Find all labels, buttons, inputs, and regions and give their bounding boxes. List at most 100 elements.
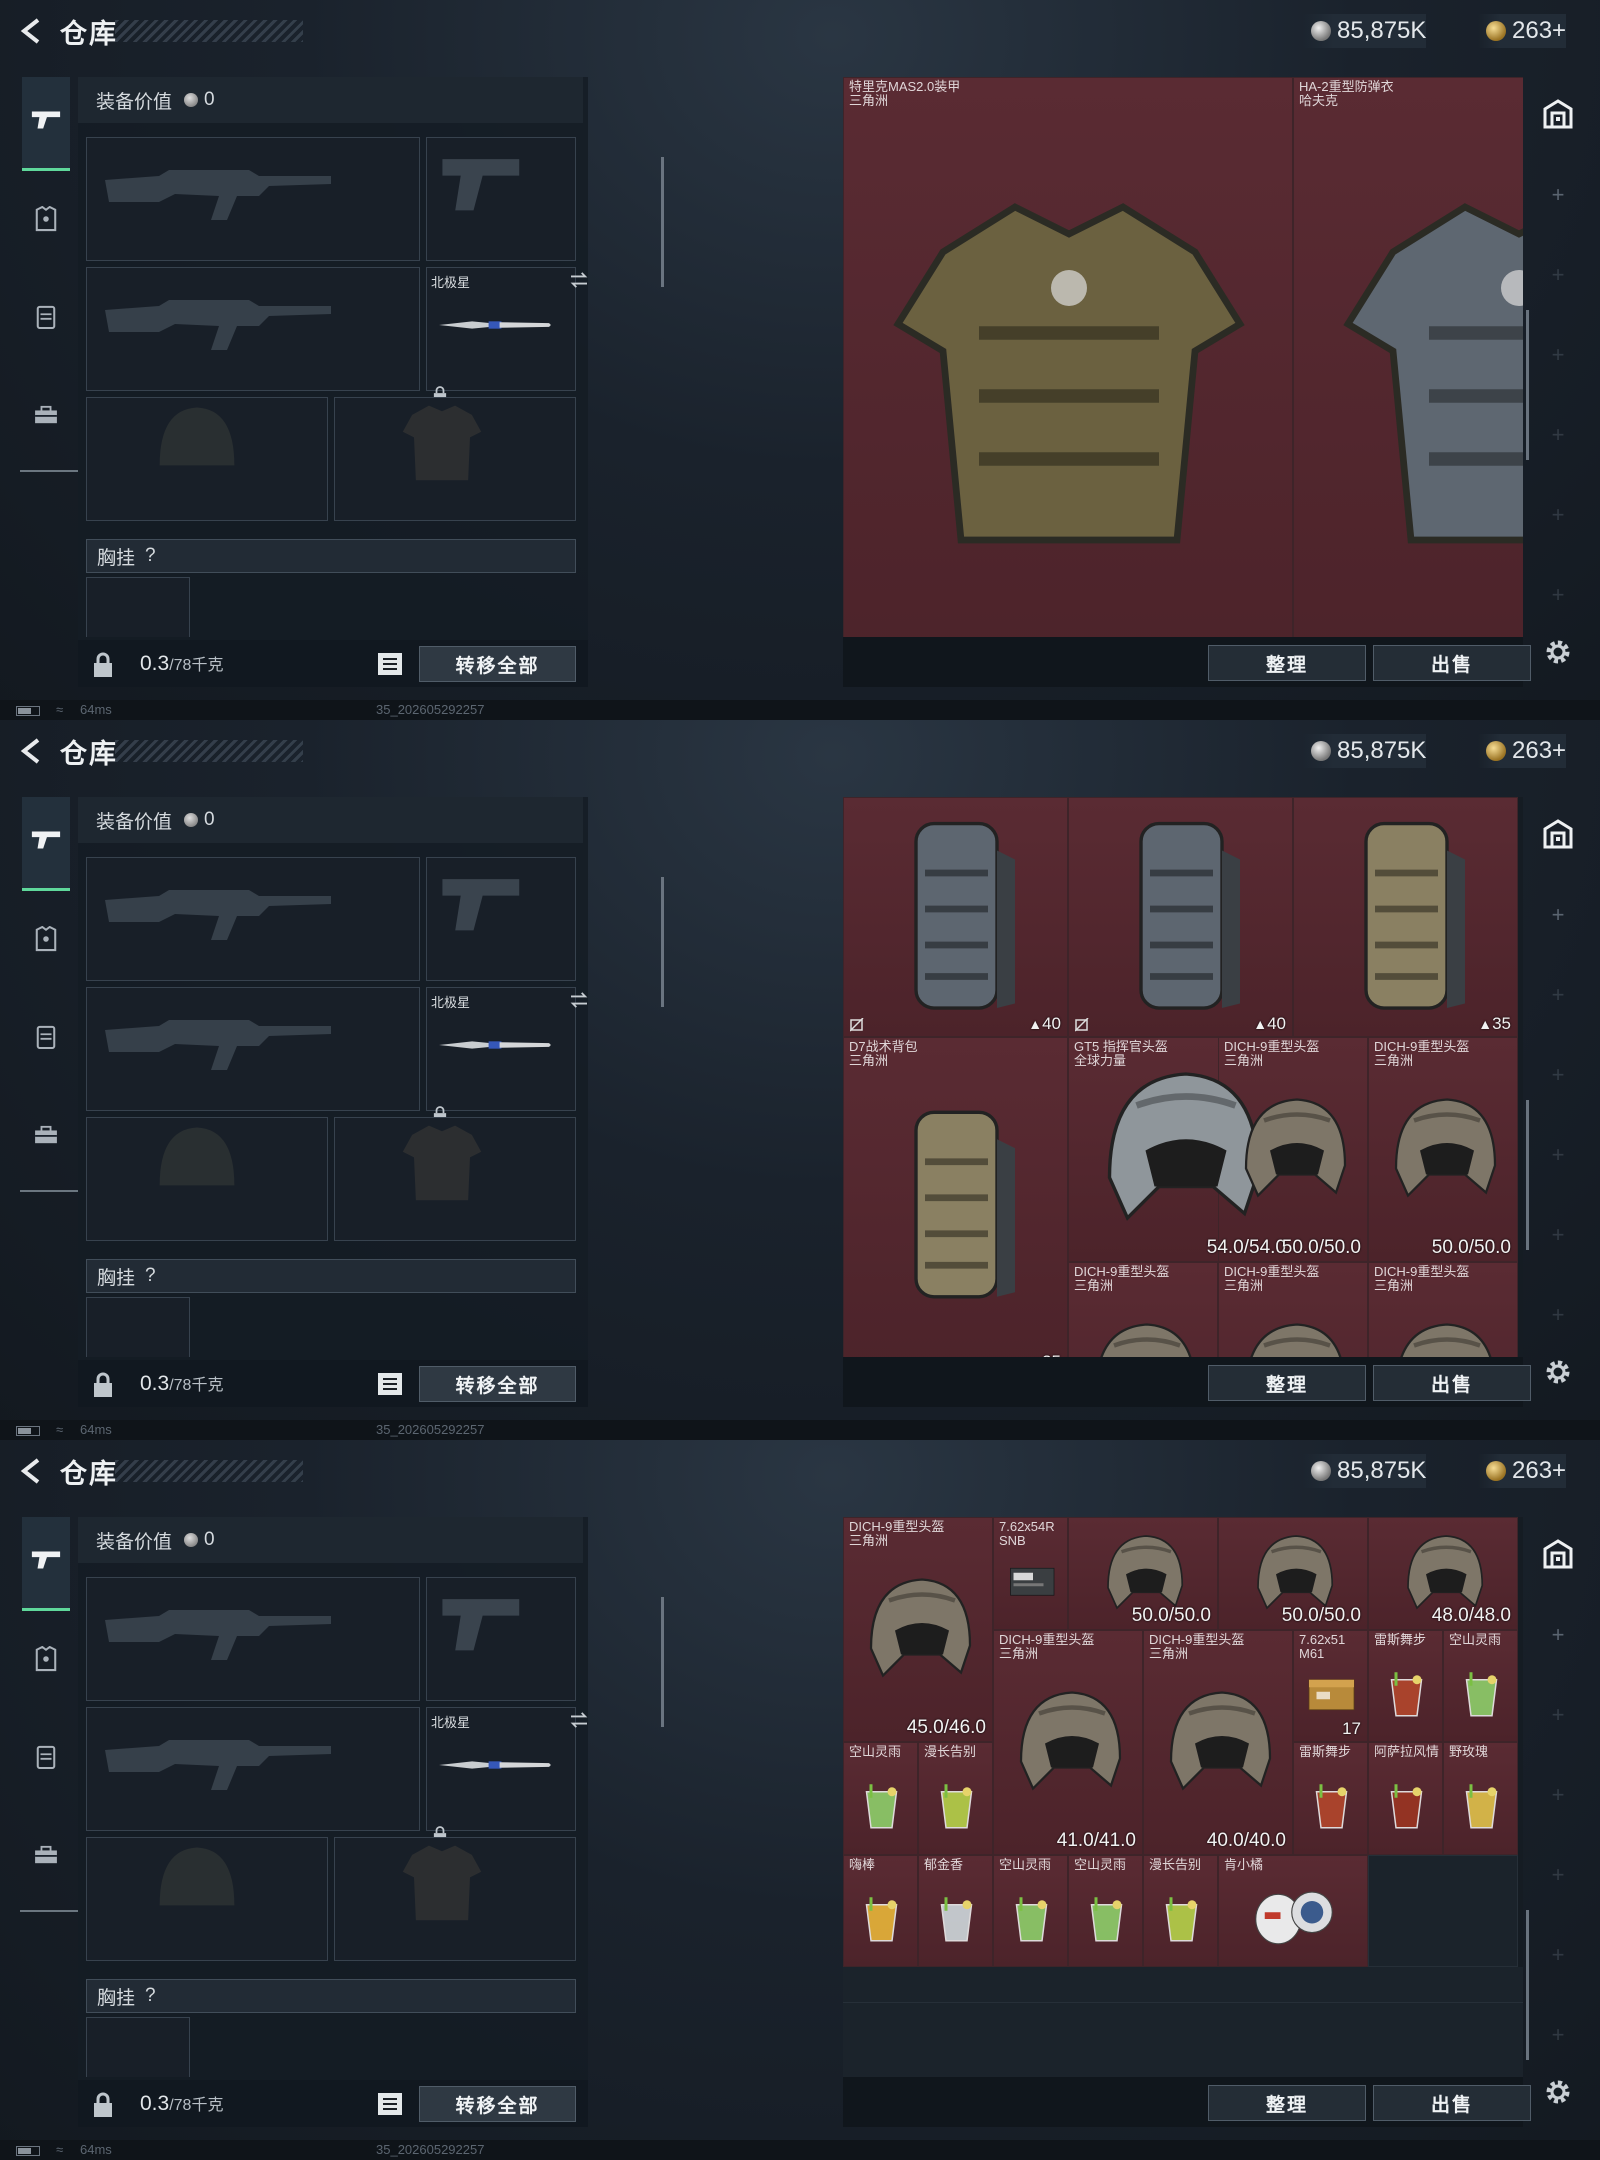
- stash-item-drink[interactable]: 野玫瑰: [1443, 1742, 1518, 1855]
- stash-item-helmet[interactable]: DICH-9重型头盔 三角洲 50.0/50.0: [1218, 1262, 1368, 1357]
- tab-backpack[interactable]: [22, 297, 70, 341]
- plus-icon[interactable]: +: [1528, 262, 1588, 288]
- plus-icon[interactable]: +: [1528, 342, 1588, 368]
- plus-icon[interactable]: +: [1528, 502, 1588, 528]
- tab-toolbox[interactable]: [22, 1835, 70, 1879]
- stash-door-icon[interactable]: [1528, 1537, 1588, 1571]
- stash-item-drink[interactable]: 嗨棒: [843, 1854, 918, 1967]
- stash-item-drink[interactable]: 雷斯舞步: [1293, 1742, 1368, 1855]
- back-arrow-icon[interactable]: [14, 734, 48, 768]
- settings-gear-icon[interactable]: [1528, 637, 1588, 667]
- sort-button[interactable]: 整理: [1208, 1365, 1366, 1401]
- stash-item-suit[interactable]: 肯小橘: [1218, 1854, 1368, 1967]
- lock-icon[interactable]: [92, 1372, 114, 1403]
- sell-button[interactable]: 出售: [1373, 645, 1531, 681]
- sell-button[interactable]: 出售: [1373, 2085, 1531, 2121]
- stash-item-helmet[interactable]: 48.0/48.0: [1368, 1517, 1518, 1630]
- list-icon[interactable]: [378, 1373, 402, 1395]
- stash-item-drink[interactable]: 阿萨拉风情: [1368, 1742, 1443, 1855]
- chest-rig-help[interactable]: ?: [145, 1985, 156, 2007]
- primary-weapon-slot[interactable]: [86, 1577, 420, 1701]
- stash-scrollbar[interactable]: [1526, 310, 1529, 460]
- tab-backpack[interactable]: [22, 1737, 70, 1781]
- helmet-slot[interactable]: [86, 1117, 328, 1241]
- stash-item-drink[interactable]: 漫长告别: [918, 1742, 993, 1855]
- empty-stash-area[interactable]: [843, 1967, 1523, 2077]
- sort-button[interactable]: 整理: [1208, 645, 1366, 681]
- plus-icon[interactable]: +: [1528, 1062, 1588, 1088]
- stash-item-crate[interactable]: 7.62x51 M61 17: [1293, 1629, 1368, 1742]
- plus-icon[interactable]: +: [1528, 582, 1588, 608]
- plus-icon[interactable]: +: [1528, 1222, 1588, 1248]
- stash-item-helmet[interactable]: DICH-9重型头盔 三角洲 45.0/46.0: [843, 1517, 993, 1742]
- lock-icon[interactable]: [92, 2092, 114, 2123]
- tab-weapons[interactable]: [22, 797, 70, 891]
- stash-item-pack[interactable]: ▲40: [1068, 797, 1293, 1037]
- settings-gear-icon[interactable]: [1528, 1357, 1588, 1387]
- primary-weapon-slot[interactable]: [86, 857, 420, 981]
- back-arrow-icon[interactable]: [14, 14, 48, 48]
- sidearm-slot[interactable]: [426, 1577, 576, 1701]
- chest-rig-slot[interactable]: [86, 577, 190, 637]
- plus-icon[interactable]: +: [1528, 982, 1588, 1008]
- stash-item-pack[interactable]: ▲35: [1293, 797, 1518, 1037]
- stash-grid[interactable]: DICH-9重型头盔 三角洲 45.0/46.0 7.62x54R SNB 50…: [843, 1517, 1523, 2077]
- stash-item-helmet[interactable]: DICH-9重型头盔 三角洲 50.0/50.0: [1368, 1037, 1518, 1262]
- settings-gear-icon[interactable]: [1528, 2077, 1588, 2107]
- plus-icon[interactable]: +: [1528, 1782, 1588, 1808]
- secondary-weapon-slot[interactable]: [86, 1707, 420, 1831]
- tab-armor[interactable]: [22, 199, 70, 243]
- stash-scrollbar[interactable]: [1526, 1910, 1529, 2060]
- plus-icon[interactable]: +: [1528, 422, 1588, 448]
- stash-item-drink[interactable]: 空山灵雨: [1443, 1629, 1518, 1742]
- stash-door-icon[interactable]: [1528, 817, 1588, 851]
- stash-item-helmet[interactable]: DICH-9重型头盔 三角洲 50.0/50.0: [1218, 1037, 1368, 1262]
- body-armor-slot[interactable]: [334, 1117, 576, 1241]
- stash-item-pack[interactable]: D7战术背包 三角洲 ▲35: [843, 1037, 1068, 1357]
- helmet-slot[interactable]: [86, 397, 328, 521]
- stash-item-pack[interactable]: ▲40: [843, 797, 1068, 1037]
- stash-scrollbar[interactable]: [1526, 1100, 1529, 1250]
- plus-icon[interactable]: +: [1528, 902, 1588, 928]
- stash-grid[interactable]: ▲40 ▲40 ▲35 D7战术背包 三角洲 ▲35 GT5 指挥官头盔 全球力…: [843, 797, 1523, 1357]
- plus-icon[interactable]: +: [1528, 1302, 1588, 1328]
- sell-button[interactable]: 出售: [1373, 1365, 1531, 1401]
- tab-armor[interactable]: [22, 1639, 70, 1683]
- transfer-all-button[interactable]: 转移全部: [419, 1366, 576, 1402]
- tab-toolbox[interactable]: [22, 395, 70, 439]
- stash-item-helmet[interactable]: DICH-9重型头盔 三角洲 40.0/40.0: [1143, 1629, 1293, 1855]
- tab-weapons[interactable]: [22, 1517, 70, 1611]
- melee-slot[interactable]: 北极星: [426, 987, 588, 1121]
- plus-icon[interactable]: +: [1528, 182, 1588, 208]
- melee-slot[interactable]: 北极星: [426, 1707, 588, 1841]
- secondary-weapon-slot[interactable]: [86, 267, 420, 391]
- plus-icon[interactable]: +: [1528, 1622, 1588, 1648]
- plus-icon[interactable]: +: [1528, 1702, 1588, 1728]
- transfer-all-button[interactable]: 转移全部: [419, 2086, 576, 2122]
- stash-item-drink[interactable]: 空山灵雨: [843, 1742, 918, 1855]
- chest-rig-slot[interactable]: [86, 1297, 190, 1357]
- empty-cell[interactable]: [1368, 1854, 1518, 1967]
- stash-item-armor[interactable]: HA-2重型防弹衣 哈夫克 115.0/115.0: [1293, 77, 1523, 637]
- transfer-all-button[interactable]: 转移全部: [419, 646, 576, 682]
- tab-toolbox[interactable]: [22, 1115, 70, 1159]
- stash-item-helmet[interactable]: DICH-9重型头盔 三角洲 41.0/41.0: [993, 1629, 1143, 1855]
- lock-icon[interactable]: [92, 652, 114, 683]
- melee-slot[interactable]: 北极星: [426, 267, 588, 401]
- list-icon[interactable]: [378, 653, 402, 675]
- body-armor-slot[interactable]: [334, 397, 576, 521]
- stash-item-armor[interactable]: 特里克MAS2.0装甲 三角洲 125.0/125.0: [843, 77, 1293, 637]
- plus-icon[interactable]: +: [1528, 1862, 1588, 1888]
- secondary-weapon-slot[interactable]: [86, 987, 420, 1111]
- tab-armor[interactable]: [22, 919, 70, 963]
- chest-rig-help[interactable]: ?: [145, 1265, 156, 1287]
- stash-grid[interactable]: 特里克MAS2.0装甲 三角洲 125.0/125.0 HA-2重型防弹衣 哈夫…: [843, 77, 1523, 637]
- stash-item-drink[interactable]: 郁金香: [918, 1854, 993, 1967]
- stash-item-ammo[interactable]: 7.62x54R SNB: [993, 1517, 1068, 1630]
- stash-item-drink[interactable]: 漫长告别: [1143, 1854, 1218, 1967]
- stash-item-helmet[interactable]: 50.0/50.0: [1218, 1517, 1368, 1630]
- stash-item-helmet[interactable]: DICH-9重型头盔 三角洲 48.0/48.0: [1368, 1262, 1518, 1357]
- primary-weapon-slot[interactable]: [86, 137, 420, 261]
- sidearm-slot[interactable]: [426, 857, 576, 981]
- list-icon[interactable]: [378, 2093, 402, 2115]
